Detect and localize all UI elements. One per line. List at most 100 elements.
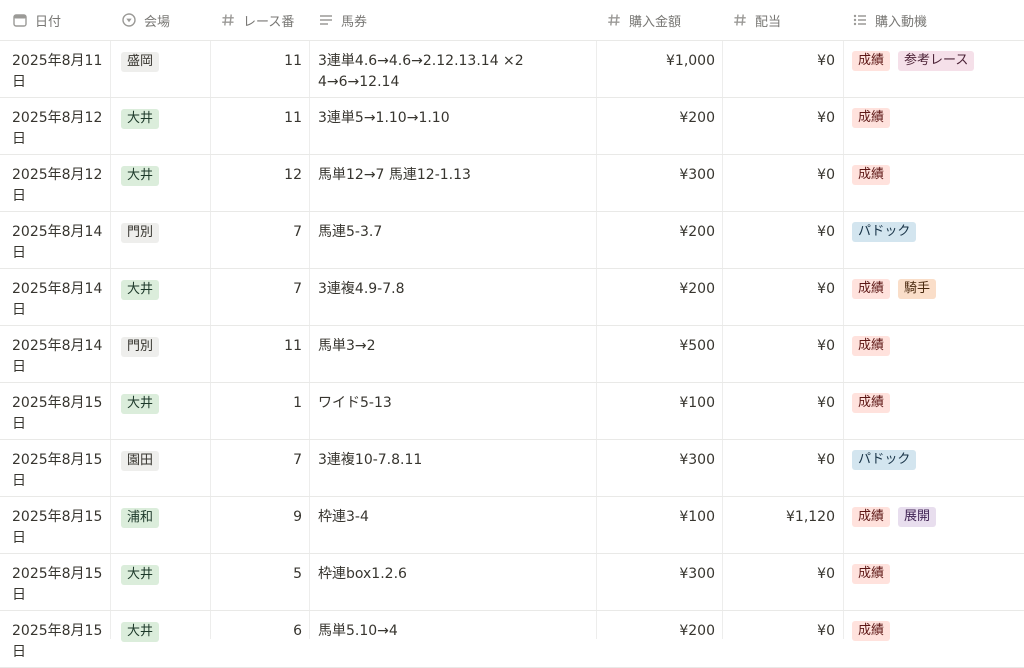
motive-cell[interactable]: 成績 xyxy=(852,326,1024,382)
race-number-cell[interactable]: 7 xyxy=(212,269,302,325)
venue-cell[interactable]: 門別 xyxy=(121,212,209,268)
column-header-amount[interactable]: 購入金額 xyxy=(606,0,726,40)
race-number-cell[interactable]: 11 xyxy=(212,98,302,154)
ticket-cell[interactable]: 馬単12→7 馬連12-1.13 xyxy=(318,155,593,211)
race-number-cell[interactable]: 6 xyxy=(212,611,302,667)
table-row[interactable]: 2025年8月15日 大井 6 馬単5.10→4 ¥200 ¥0 成績 xyxy=(0,611,1024,668)
race-number-cell[interactable]: 9 xyxy=(212,497,302,553)
venue-cell[interactable]: 大井 xyxy=(121,155,209,211)
payout-cell[interactable]: ¥0 xyxy=(724,326,835,382)
table-row[interactable]: 2025年8月14日 門別 7 馬連5-3.7 ¥200 ¥0 パドック xyxy=(0,212,1024,269)
select-icon xyxy=(121,12,137,28)
amount-cell[interactable]: ¥200 xyxy=(598,269,715,325)
race-number-cell[interactable]: 1 xyxy=(212,383,302,439)
date-cell[interactable]: 2025年8月15日 xyxy=(12,554,106,610)
motive-cell[interactable]: パドック xyxy=(852,440,1024,496)
motive-cell[interactable]: 成績 xyxy=(852,155,1024,211)
ticket-cell[interactable]: 3連単5→1.10→1.10 xyxy=(318,98,593,154)
ticket-cell[interactable]: ワイド5-13 xyxy=(318,383,593,439)
amount-cell[interactable]: ¥200 xyxy=(598,611,715,667)
date-cell[interactable]: 2025年8月12日 xyxy=(12,155,106,211)
venue-cell[interactable]: 門別 xyxy=(121,326,209,382)
date-cell[interactable]: 2025年8月15日 xyxy=(12,440,106,496)
table-row[interactable]: 2025年8月15日 大井 1 ワイド5-13 ¥100 ¥0 成績 xyxy=(0,383,1024,440)
race-number-cell[interactable]: 7 xyxy=(212,440,302,496)
payout-cell[interactable]: ¥0 xyxy=(724,269,835,325)
payout-cell[interactable]: ¥0 xyxy=(724,155,835,211)
table-row[interactable]: 2025年8月15日 園田 7 3連複10-7.8.11 ¥300 ¥0 パドック xyxy=(0,440,1024,497)
payout-cell[interactable]: ¥0 xyxy=(724,41,835,97)
column-header-date[interactable]: 日付 xyxy=(12,0,112,40)
race-number-cell[interactable]: 12 xyxy=(212,155,302,211)
amount-cell[interactable]: ¥300 xyxy=(598,440,715,496)
motive-cell[interactable]: 成績 xyxy=(852,383,1024,439)
motive-cell[interactable]: 成績 xyxy=(852,98,1024,154)
motive-cell[interactable]: 成績 展開 xyxy=(852,497,1024,553)
column-header-motive[interactable]: 購入動機 xyxy=(852,0,1022,40)
ticket-cell[interactable]: 馬単5.10→4 xyxy=(318,611,593,667)
table-row[interactable]: 2025年8月12日 大井 11 3連単5→1.10→1.10 ¥200 ¥0 成績 xyxy=(0,98,1024,155)
ticket-cell[interactable]: 枠連box1.2.6 xyxy=(318,554,593,610)
ticket-cell[interactable]: 馬連5-3.7 xyxy=(318,212,593,268)
payout-cell[interactable]: ¥1,120 xyxy=(724,497,835,553)
venue-cell[interactable]: 大井 xyxy=(121,98,209,154)
amount-cell[interactable]: ¥500 xyxy=(598,326,715,382)
payout-cell[interactable]: ¥0 xyxy=(724,383,835,439)
date-cell[interactable]: 2025年8月14日 xyxy=(12,212,106,268)
venue-cell[interactable]: 大井 xyxy=(121,269,209,325)
payout-cell[interactable]: ¥0 xyxy=(724,440,835,496)
race-number-cell[interactable]: 11 xyxy=(212,326,302,382)
ticket-cell[interactable]: 3連複4.9-7.8 xyxy=(318,269,593,325)
amount-cell[interactable]: ¥1,000 xyxy=(598,41,715,97)
column-label: 購入金額 xyxy=(629,14,682,30)
motive-cell[interactable]: 成績 参考レース xyxy=(852,41,1024,97)
ticket-cell[interactable]: 馬単3→2 xyxy=(318,326,593,382)
venue-cell[interactable]: 浦和 xyxy=(121,497,209,553)
table-row[interactable]: 2025年8月12日 大井 12 馬単12→7 馬連12-1.13 ¥300 ¥0 成績 xyxy=(0,155,1024,212)
motive-cell[interactable]: 成績 xyxy=(852,611,1024,667)
table-row[interactable]: 2025年8月14日 大井 7 3連複4.9-7.8 ¥200 ¥0 成績 騎手 xyxy=(0,269,1024,326)
ticket-cell[interactable]: 3連単4.6→4.6→2.12.13.14 ×2 4→6→12.14 xyxy=(318,41,593,97)
venue-cell[interactable]: 大井 xyxy=(121,383,209,439)
table-row[interactable]: 2025年8月14日 門別 11 馬単3→2 ¥500 ¥0 成績 xyxy=(0,326,1024,383)
payout-cell[interactable]: ¥0 xyxy=(724,212,835,268)
ticket-cell[interactable]: 3連複10-7.8.11 xyxy=(318,440,593,496)
date-cell[interactable]: 2025年8月14日 xyxy=(12,269,106,325)
race-number-cell[interactable]: 7 xyxy=(212,212,302,268)
amount-cell[interactable]: ¥200 xyxy=(598,212,715,268)
ticket-cell[interactable]: 枠連3-4 xyxy=(318,497,593,553)
table-row[interactable]: 2025年8月11日 盛岡 11 3連単4.6→4.6→2.12.13.14 ×2 4… xyxy=(0,41,1024,98)
motive-cell[interactable]: パドック xyxy=(852,212,1024,268)
payout-cell[interactable]: ¥0 xyxy=(724,611,835,667)
payout-cell[interactable]: ¥0 xyxy=(724,98,835,154)
venue-cell[interactable]: 大井 xyxy=(121,611,209,667)
motive-cell[interactable]: 成績 xyxy=(852,554,1024,610)
date-cell[interactable]: 2025年8月15日 xyxy=(12,383,106,439)
number-icon xyxy=(732,12,748,28)
date-cell[interactable]: 2025年8月15日 xyxy=(12,611,106,667)
venue-cell[interactable]: 大井 xyxy=(121,554,209,610)
amount-cell[interactable]: ¥200 xyxy=(598,98,715,154)
amount-cell[interactable]: ¥100 xyxy=(598,383,715,439)
venue-cell[interactable]: 園田 xyxy=(121,440,209,496)
table-row[interactable]: 2025年8月15日 浦和 9 枠連3-4 ¥100 ¥1,120 成績 展開 xyxy=(0,497,1024,554)
date-cell[interactable]: 2025年8月15日 xyxy=(12,497,106,553)
date-cell[interactable]: 2025年8月14日 xyxy=(12,326,106,382)
column-header-payout[interactable]: 配当 xyxy=(732,0,842,40)
table-row[interactable]: 2025年8月15日 大井 5 枠連box1.2.6 ¥300 ¥0 成績 xyxy=(0,554,1024,611)
date-cell[interactable]: 2025年8月12日 xyxy=(12,98,106,154)
race-number-cell[interactable]: 5 xyxy=(212,554,302,610)
payout-cell[interactable]: ¥0 xyxy=(724,554,835,610)
calendar-icon xyxy=(12,12,28,28)
column-header-race[interactable]: レース番 xyxy=(220,0,310,40)
venue-tag: 大井 xyxy=(121,109,160,129)
date-cell[interactable]: 2025年8月11日 xyxy=(12,41,106,97)
column-header-venue[interactable]: 会場 xyxy=(121,0,211,40)
amount-cell[interactable]: ¥100 xyxy=(598,497,715,553)
amount-cell[interactable]: ¥300 xyxy=(598,554,715,610)
amount-cell[interactable]: ¥300 xyxy=(598,155,715,211)
venue-cell[interactable]: 盛岡 xyxy=(121,41,209,97)
race-number-cell[interactable]: 11 xyxy=(212,41,302,97)
column-header-ticket[interactable]: 馬券 xyxy=(318,0,598,40)
motive-cell[interactable]: 成績 騎手 xyxy=(852,269,1024,325)
